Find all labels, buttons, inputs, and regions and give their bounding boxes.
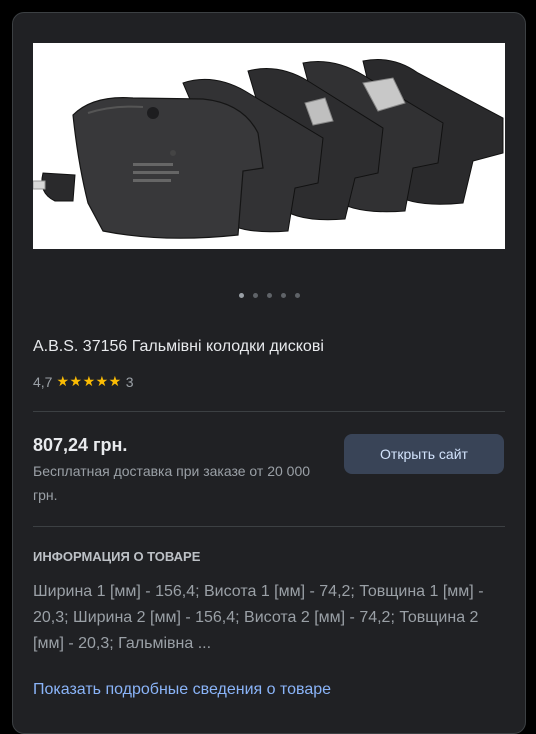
carousel-dot[interactable] [238, 293, 244, 298]
open-site-button[interactable]: Открыть сайт [344, 434, 504, 474]
product-image[interactable] [32, 43, 505, 249]
delivery-info: Бесплатная доставка при заказе от 20 000… [33, 463, 311, 503]
brake-pads-illustration [32, 43, 505, 249]
divider [33, 411, 505, 412]
product-card: A.B.S. 37156 Гальмівні колодки дискові 4… [12, 12, 526, 734]
product-rating[interactable]: 4,7 ★★★★★ 3 [33, 373, 134, 390]
carousel-dot[interactable] [280, 293, 286, 298]
star-rating-icon: ★★★★★ [56, 373, 122, 389]
carousel-dot[interactable] [294, 293, 300, 298]
carousel-dot[interactable] [252, 293, 258, 298]
rating-count: 3 [125, 373, 134, 390]
carousel-dot[interactable] [266, 293, 272, 298]
price: 807,24 грн. [33, 435, 128, 455]
more-details-link[interactable]: Показать подробные сведения о товаре [33, 681, 331, 699]
info-text: Ширина 1 [мм] - 156,4; Висота 1 [мм] - 7… [33, 583, 484, 652]
rating-score: 4,7 [33, 373, 53, 390]
product-title: A.B.S. 37156 Гальмівні колодки дискові [33, 338, 324, 355]
carousel-indicator [13, 293, 525, 298]
info-heading: ИНФОРМАЦИЯ О ТОВАРЕ [33, 549, 201, 564]
divider [33, 526, 505, 527]
